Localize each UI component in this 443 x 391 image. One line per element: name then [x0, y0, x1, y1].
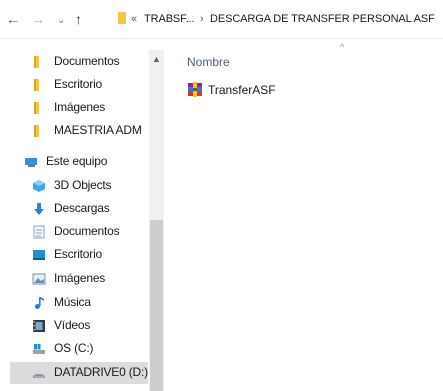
pc-icon: [25, 158, 37, 167]
drive-icon: [33, 374, 45, 378]
sidebar-item-este-equipo[interactable]: Este equipo: [22, 151, 140, 173]
back-button[interactable]: ←: [6, 11, 20, 27]
column-header-nombre[interactable]: Nombre: [187, 55, 230, 69]
sort-ascending-icon: ^: [340, 42, 345, 52]
music-icon: [35, 297, 44, 309]
breadcrumb-separator[interactable]: ›: [200, 13, 204, 25]
sidebar-item-label: Documentos: [54, 54, 120, 68]
sidebar-item-maestria-adm[interactable]: MAESTRIA ADM: [30, 120, 148, 142]
sidebar-item-escritorio[interactable]: Escritorio: [30, 74, 148, 96]
navigation-pane: Documentos Escritorio Imágenes MAESTRIA …: [0, 40, 165, 391]
folder-icon: [118, 12, 126, 24]
desktop-icon: [33, 250, 45, 260]
sidebar-item-datadrive0-d[interactable]: DATADRIVE0 (D:): [10, 362, 148, 384]
sidebar-item-label: Imágenes: [54, 100, 106, 114]
cube-icon: [33, 180, 45, 192]
sidebar-scrollbar[interactable]: ▲: [149, 50, 164, 391]
sidebar-item-label: Descargas: [54, 201, 110, 215]
divider: [0, 38, 443, 39]
forward-button[interactable]: →: [31, 11, 45, 27]
scroll-up-arrow-icon[interactable]: ▲: [152, 54, 161, 64]
sidebar-item-label: Música: [54, 295, 91, 309]
sidebar-item-label: Este equipo: [46, 154, 108, 168]
sidebar-item-label: Vídeos: [54, 318, 91, 332]
address-bar: ← → ⌄ ↑ « TRABSF... › DESCARGA DE TRANSF…: [0, 0, 443, 38]
sidebar-item-label: Documentos: [54, 224, 120, 238]
sidebar-item-descargas[interactable]: Descargas: [30, 198, 148, 220]
sidebar-item-label: OS (C:): [54, 341, 94, 355]
sidebar-item-label: Escritorio: [54, 77, 103, 91]
breadcrumb-item[interactable]: TRABSF...: [144, 13, 195, 25]
scrollbar-thumb[interactable]: [150, 220, 163, 391]
sidebar-item-label: DATADRIVE0 (D:): [54, 365, 148, 379]
list-item[interactable]: TransferASF: [187, 80, 443, 100]
winrar-archive-icon: [188, 82, 202, 97]
breadcrumb-item[interactable]: DESCARGA DE TRANSFER PERSONAL ASF: [210, 13, 435, 25]
file-name: TransferASF: [208, 83, 276, 97]
sidebar-item-documentos[interactable]: Documentos: [30, 51, 148, 73]
sidebar-item-imagenes-pc[interactable]: Imágenes: [30, 268, 148, 290]
sidebar-item-videos[interactable]: Vídeos: [30, 315, 148, 337]
folder-icon: [34, 125, 39, 137]
video-icon: [33, 320, 45, 332]
sidebar-item-escritorio-pc[interactable]: Escritorio: [30, 244, 148, 266]
recent-locations-dropdown[interactable]: ⌄: [57, 13, 65, 29]
sidebar-item-3d-objects[interactable]: 3D Objects: [30, 175, 148, 197]
sidebar-item-label: Imágenes: [54, 271, 106, 285]
overflow-chevron[interactable]: «: [131, 13, 137, 25]
pictures-icon: [32, 273, 46, 285]
breadcrumb[interactable]: « TRABSF... › DESCARGA DE TRANSFER PERSO…: [118, 11, 443, 29]
document-icon: [33, 225, 45, 239]
folder-icon: [34, 56, 39, 68]
sidebar-item-os-c[interactable]: OS (C:): [30, 338, 148, 360]
sidebar-item-imagenes[interactable]: Imágenes: [30, 97, 148, 119]
drive-icon: [33, 344, 45, 354]
sidebar-item-musica[interactable]: Música: [30, 292, 148, 314]
folder-icon: [34, 102, 39, 114]
up-button[interactable]: ↑: [75, 11, 82, 27]
folder-icon: [34, 79, 39, 91]
sidebar-item-label: MAESTRIA ADM: [54, 123, 142, 137]
sidebar-item-label: Escritorio: [54, 247, 103, 261]
sidebar-item-documentos-pc[interactable]: Documentos: [30, 221, 148, 243]
sidebar-item-label: 3D Objects: [54, 178, 112, 192]
download-icon: [34, 203, 44, 215]
